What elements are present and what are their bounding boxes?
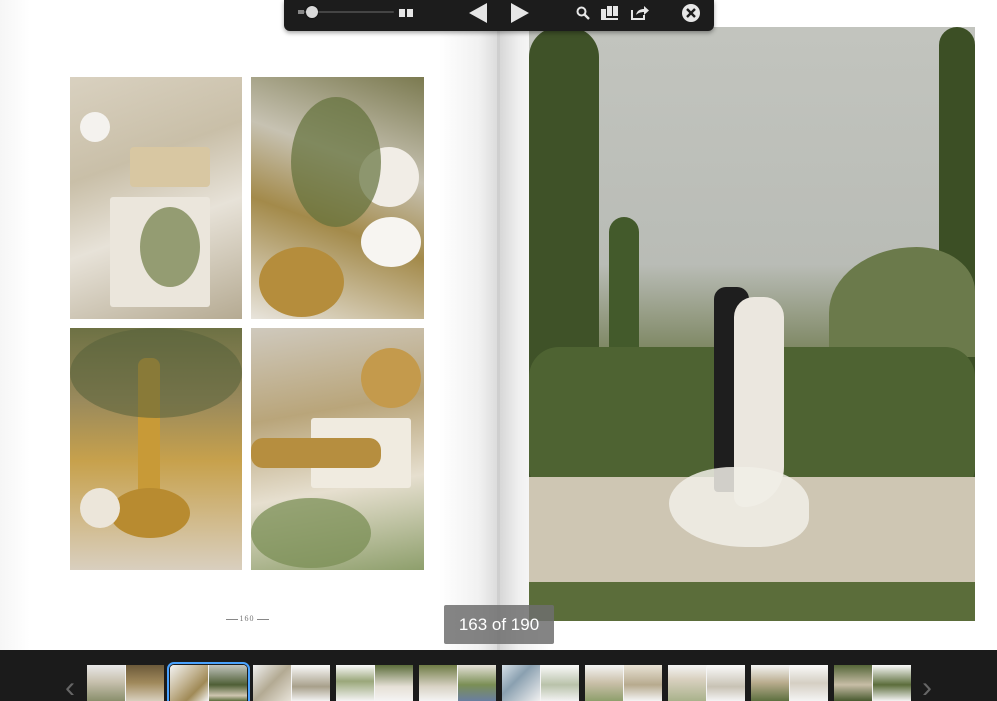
- thumbnail[interactable]: [834, 665, 911, 701]
- thumbnail[interactable]: [585, 665, 662, 701]
- zoom-slider-start-mark: [298, 10, 304, 14]
- thumbnails-icon[interactable]: [599, 0, 621, 26]
- left-page[interactable]: 160: [0, 0, 499, 650]
- zoom-slider-knob[interactable]: [306, 6, 319, 18]
- book-spine: [497, 0, 500, 650]
- thumbnails-next-icon[interactable]: ›: [917, 668, 937, 701]
- thumbnail[interactable]: [502, 665, 579, 701]
- share-icon[interactable]: [629, 0, 651, 26]
- page-number: 160: [222, 614, 272, 623]
- next-page-icon[interactable]: [508, 0, 532, 26]
- zoom-slider[interactable]: [298, 6, 394, 18]
- flipbook-viewer: 160 163 of 190 ‹ ›: [0, 0, 997, 701]
- thumbnail-active[interactable]: [167, 662, 250, 701]
- table-setting-photo-4: [251, 328, 424, 570]
- thumbnail[interactable]: [87, 665, 164, 701]
- right-page[interactable]: [499, 0, 997, 650]
- thumbnail[interactable]: [751, 665, 828, 701]
- table-setting-photo-2: [251, 77, 424, 319]
- search-icon[interactable]: [574, 0, 592, 26]
- thumbnail[interactable]: [253, 665, 330, 701]
- table-setting-photo-3: [70, 328, 242, 570]
- close-icon[interactable]: [680, 0, 702, 26]
- previous-page-icon[interactable]: [466, 0, 490, 26]
- table-setting-photo-1: [70, 77, 242, 319]
- page-indicator: 163 of 190: [444, 605, 554, 644]
- thumbnails-prev-icon[interactable]: ‹: [60, 668, 80, 701]
- viewer-toolbar: [284, 0, 714, 31]
- two-page-view-icon[interactable]: [398, 0, 414, 26]
- thumbnail[interactable]: [419, 665, 496, 701]
- wedding-couple-photo: [529, 27, 975, 621]
- thumbnail[interactable]: [668, 665, 745, 701]
- thumbnail[interactable]: [336, 665, 413, 701]
